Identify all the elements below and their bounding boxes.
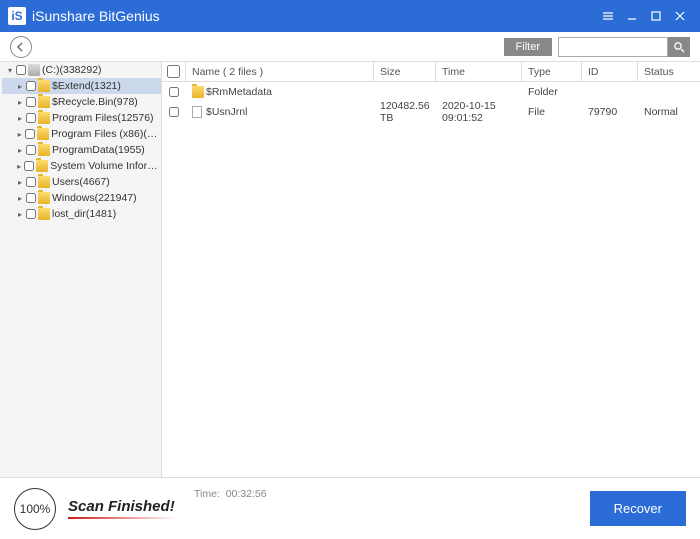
tree-label: Program Files (x86)(7470) xyxy=(51,128,161,140)
tree-root[interactable]: ▾ (C:)(338292) xyxy=(2,62,161,78)
tree-item[interactable]: ▸ Program Files (x86)(7470) xyxy=(2,126,161,142)
expand-icon[interactable]: ▸ xyxy=(16,130,23,139)
tree-label: System Volume Information(6) xyxy=(50,160,161,172)
scan-status-text: Scan Finished! xyxy=(68,498,178,515)
tree-item[interactable]: ▸ System Volume Information(6) xyxy=(2,158,161,174)
folder-icon xyxy=(38,144,50,156)
tree-checkbox[interactable] xyxy=(26,97,36,107)
expand-icon[interactable]: ▸ xyxy=(16,146,24,155)
drive-icon xyxy=(28,64,40,76)
tree-checkbox[interactable] xyxy=(16,65,26,75)
folder-icon xyxy=(38,192,50,204)
expand-icon[interactable]: ▸ xyxy=(16,114,24,123)
cell-name: $RmMetadata xyxy=(206,86,272,98)
tree-checkbox[interactable] xyxy=(26,113,36,123)
header-status[interactable]: Status xyxy=(638,62,700,81)
app-logo-icon: iS xyxy=(8,7,26,25)
tree-item[interactable]: ▸ $Recycle.Bin(978) xyxy=(2,94,161,110)
tree-item[interactable]: ▸ Program Files(12576) xyxy=(2,110,161,126)
expand-icon[interactable]: ▸ xyxy=(16,178,24,187)
title-bar: iS iSunshare BitGenius xyxy=(0,0,700,32)
header-name[interactable]: Name ( 2 files ) xyxy=(186,62,374,81)
row-checkbox[interactable] xyxy=(169,87,179,97)
cell-status: Normal xyxy=(638,106,700,118)
tree-item[interactable]: ▸ $Extend(1321) xyxy=(2,78,161,94)
tree-checkbox[interactable] xyxy=(26,209,36,219)
folder-icon xyxy=(37,128,49,140)
folder-icon xyxy=(38,176,50,188)
expand-icon[interactable]: ▸ xyxy=(16,194,24,203)
collapse-icon[interactable]: ▾ xyxy=(6,66,14,75)
cell-time: 2020-10-15 09:01:52 xyxy=(436,100,522,124)
progress-circle: 100% xyxy=(14,488,56,530)
back-button[interactable] xyxy=(10,36,32,58)
close-button[interactable] xyxy=(668,4,692,28)
tree-checkbox[interactable] xyxy=(26,81,36,91)
table-row[interactable]: $UsnJrnl 120482.56 TB 2020-10-15 09:01:5… xyxy=(162,102,700,122)
folder-tree: ▾ (C:)(338292) ▸ $Extend(1321) ▸ $Recycl… xyxy=(0,62,162,477)
cell-id: 79790 xyxy=(582,106,638,118)
tree-checkbox[interactable] xyxy=(26,145,36,155)
folder-icon xyxy=(38,96,50,108)
column-headers: Name ( 2 files ) Size Time Type ID Statu… xyxy=(162,62,700,82)
menu-icon[interactable] xyxy=(596,4,620,28)
select-all-checkbox[interactable] xyxy=(167,65,180,78)
search-button[interactable] xyxy=(668,37,690,57)
expand-icon[interactable]: ▸ xyxy=(16,98,24,107)
header-check[interactable] xyxy=(162,62,186,81)
folder-icon xyxy=(38,208,50,220)
cell-type: File xyxy=(522,106,582,118)
header-time[interactable]: Time xyxy=(436,62,522,81)
tree-label: $Extend(1321) xyxy=(52,80,121,92)
row-checkbox[interactable] xyxy=(169,107,179,117)
app-title: iSunshare BitGenius xyxy=(32,8,596,24)
filter-button[interactable]: Filter xyxy=(504,38,552,56)
progress-value: 100% xyxy=(20,502,51,516)
file-icon xyxy=(192,106,202,118)
tree-label: Users(4667) xyxy=(52,176,110,188)
folder-icon xyxy=(192,86,204,98)
folder-icon xyxy=(38,80,50,92)
tree-label: (C:)(338292) xyxy=(42,64,102,76)
tree-checkbox[interactable] xyxy=(24,161,34,171)
tree-item[interactable]: ▸ lost_dir(1481) xyxy=(2,206,161,222)
expand-icon[interactable]: ▸ xyxy=(16,210,24,219)
table-row[interactable]: $RmMetadata Folder xyxy=(162,82,700,102)
time-label: Time: xyxy=(194,488,220,500)
file-list: Name ( 2 files ) Size Time Type ID Statu… xyxy=(162,62,700,477)
folder-icon xyxy=(36,160,48,172)
search-input[interactable] xyxy=(558,37,668,57)
tree-label: ProgramData(1955) xyxy=(52,144,145,156)
tree-item[interactable]: ▸ Windows(221947) xyxy=(2,190,161,206)
expand-icon[interactable]: ▸ xyxy=(16,82,24,91)
header-size[interactable]: Size xyxy=(374,62,436,81)
tree-label: $Recycle.Bin(978) xyxy=(52,96,138,108)
minimize-button[interactable] xyxy=(620,4,644,28)
tree-label: Program Files(12576) xyxy=(52,112,154,124)
tree-item[interactable]: ▸ Users(4667) xyxy=(2,174,161,190)
tree-item[interactable]: ▸ ProgramData(1955) xyxy=(2,142,161,158)
tree-checkbox[interactable] xyxy=(26,193,36,203)
tree-label: lost_dir(1481) xyxy=(52,208,116,220)
cell-size: 120482.56 TB xyxy=(374,100,436,124)
status-bar: 100% Scan Finished! Time: 00:32:56 Recov… xyxy=(0,477,700,539)
recover-button[interactable]: Recover xyxy=(590,491,686,526)
cell-type: Folder xyxy=(522,86,582,98)
tree-checkbox[interactable] xyxy=(25,129,35,139)
maximize-button[interactable] xyxy=(644,4,668,28)
status-underline xyxy=(68,517,178,519)
tree-label: Windows(221947) xyxy=(52,192,137,204)
header-id[interactable]: ID xyxy=(582,62,638,81)
folder-icon xyxy=(38,112,50,124)
toolbar: Filter xyxy=(0,32,700,62)
header-type[interactable]: Type xyxy=(522,62,582,81)
expand-icon[interactable]: ▸ xyxy=(16,162,22,171)
cell-name: $UsnJrnl xyxy=(206,106,247,118)
tree-checkbox[interactable] xyxy=(26,177,36,187)
time-value: 00:32:56 xyxy=(226,488,267,500)
time-info: Time: 00:32:56 xyxy=(194,488,267,500)
